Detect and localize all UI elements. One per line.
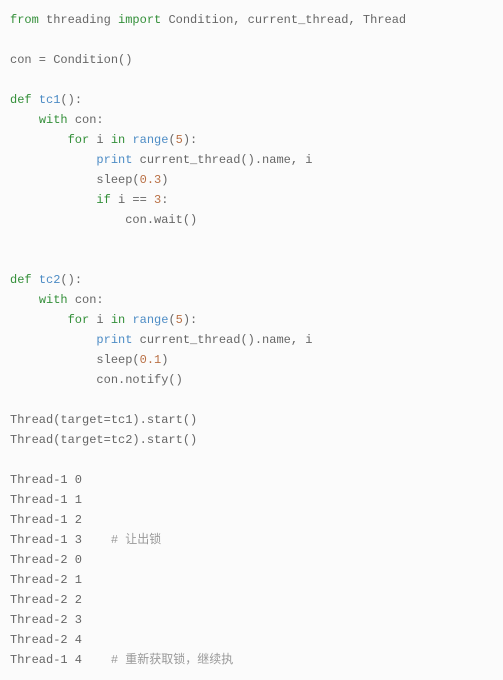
output-line: Thread-2 0 [10,553,82,567]
keyword-with: with [39,113,68,127]
keyword-with: with [39,293,68,307]
output-line: Thread-2 3 [10,613,82,627]
module-name: threading [46,13,111,27]
output-line: Thread-2 1 [10,573,82,587]
output-line: Thread-1 4 [10,653,82,667]
print-args: current_thread().name, i [140,153,313,167]
thread-start-1: Thread(target=tc1).start() [10,413,197,427]
sleep-call: sleep( [96,173,139,187]
print-args: current_thread().name, i [140,333,313,347]
output-line: Thread-1 1 [10,493,82,507]
paren-close: ) [161,353,168,367]
keyword-for: for [68,313,90,327]
with-expr: con: [75,113,104,127]
number-literal: 0.3 [140,173,162,187]
func-name-tc1: tc1 [39,93,61,107]
output-line: Thread-2 2 [10,593,82,607]
paren-open: ( [168,133,175,147]
wait-call: con.wait() [125,213,197,227]
keyword-from: from [10,13,39,27]
code-block: from threading import Condition, current… [10,10,493,670]
builtin-print: print [96,333,132,347]
builtin-range: range [132,133,168,147]
paren-close: ): [183,313,197,327]
sleep-call: sleep( [96,353,139,367]
code-line: con = Condition() [10,53,132,67]
paren-close: ) [161,173,168,187]
number-literal: 5 [176,133,183,147]
number-literal: 0.1 [140,353,162,367]
thread-start-2: Thread(target=tc2).start() [10,433,197,447]
func-sig: (): [60,273,82,287]
func-name-tc2: tc2 [39,273,61,287]
func-sig: (): [60,93,82,107]
loop-var: i [96,133,103,147]
builtin-print: print [96,153,132,167]
output-line: Thread-2 4 [10,633,82,647]
import-names: Condition, current_thread, Thread [168,13,406,27]
colon: : [161,193,168,207]
number-literal: 5 [176,313,183,327]
keyword-in: in [111,133,125,147]
output-line: Thread-1 0 [10,473,82,487]
keyword-for: for [68,133,90,147]
comment: # 让出锁 [111,533,161,547]
notify-call: con.notify() [96,373,182,387]
keyword-def: def [10,93,32,107]
if-cond: i == [118,193,147,207]
keyword-in: in [111,313,125,327]
output-line: Thread-1 2 [10,513,82,527]
comment: # 重新获取锁，继续执 [111,653,233,667]
keyword-import: import [118,13,161,27]
keyword-def: def [10,273,32,287]
builtin-range: range [132,313,168,327]
paren-open: ( [168,313,175,327]
loop-var: i [96,313,103,327]
keyword-if: if [96,193,110,207]
output-line: Thread-1 3 [10,533,82,547]
with-expr: con: [75,293,104,307]
paren-close: ): [183,133,197,147]
